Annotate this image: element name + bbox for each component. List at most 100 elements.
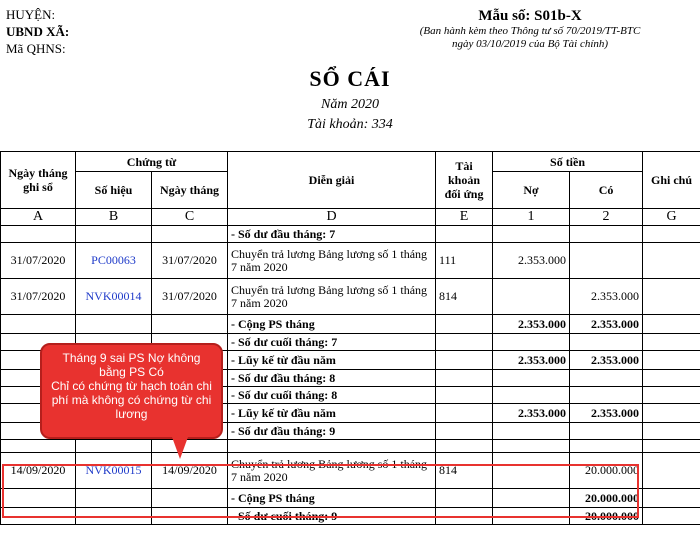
col-code: 1 [492,208,571,226]
row-contra-account [435,403,494,423]
row-description: - Cộng PS tháng [227,314,437,334]
col-code: G [642,208,700,226]
row-debit [492,386,571,404]
row-description: Chuyển trả lương Bảng lương số 1 tháng 7… [227,242,437,279]
col-code: B [75,208,152,226]
row-credit [569,333,644,351]
row-contra-account [435,422,494,440]
row-description: - Số dư cuối tháng: 7 [227,333,437,351]
row-credit [569,422,644,440]
row-voucher-no [75,225,152,243]
col-header-note: Ghi chú [642,151,700,209]
row-description: - Số dư cuối tháng: 8 [227,386,437,404]
row-debit: 2.353.000 [492,350,571,370]
col-header-amount: Số tiền [492,151,644,172]
row-debit [492,278,571,315]
row-description: Chuyển trả lương Bảng lương số 1 tháng 7… [227,278,437,315]
row-note [642,507,700,525]
row-debit [492,333,571,351]
form-header: Mẫu số: S01b-X (Ban hành kèm theo Thông … [400,8,660,51]
row-debit: 2.353.000 [492,242,571,279]
row-date: 31/07/2020 [0,278,76,315]
commune-label: UBND XÃ: [6,24,70,39]
error-highlight-box [2,464,639,518]
row-contra-account: 111 [435,242,494,279]
row-contra-account [435,314,494,334]
row-note [642,386,700,404]
row-voucher-date [150,225,229,243]
col-code: A [0,208,76,226]
row-debit: 2.353.000 [492,403,571,423]
row-date [0,225,76,243]
qhns-label: Mã QHNS: [6,41,66,56]
row-contra-account: 814 [435,278,494,315]
col-header-date: Ngày tháng ghi sổ [0,151,76,209]
row-note [642,369,700,387]
row-note [642,403,700,423]
row-note [642,242,700,279]
row-voucher-date [150,439,229,453]
row-description: - Số dư đầu tháng: 8 [227,369,437,387]
row-credit [569,242,644,279]
row-contra-account [435,333,494,351]
row-contra-account [435,439,494,453]
ledger-year: Năm 2020 [321,97,379,112]
col-code: C [150,208,229,226]
row-date: 31/07/2020 [0,242,76,279]
row-date [0,439,76,453]
row-debit [492,439,571,453]
col-header-description: Diễn giải [227,151,437,209]
row-credit [569,369,644,387]
row-note [642,422,700,440]
row-credit [569,439,644,453]
col-header-credit: Có [569,171,644,209]
ledger-account: Tài khoản: 334 [307,117,393,132]
row-description: - Lũy kế từ đầu năm [227,403,437,423]
row-note [642,278,700,315]
row-credit: 2.353.000 [569,403,644,423]
ledger-row: 31/07/2020 NVK00014 31/07/2020 Chuyển trả l… [0,278,700,315]
col-code: D [227,208,437,226]
col-code: 2 [569,208,644,226]
form-number: Mẫu số: S01b-X [478,8,582,24]
row-contra-account [435,386,494,404]
row-credit: 2.353.000 [569,350,644,370]
error-callout: Tháng 9 sai PS Nợ không bằng PS Có Chỉ c… [40,343,223,439]
ledger-row: - Số dư đầu tháng: 7 [0,225,700,243]
row-date [0,314,76,334]
row-description: - Số dư đầu tháng: 7 [227,225,437,243]
row-debit: 2.353.000 [492,314,571,334]
row-credit [569,386,644,404]
row-voucher-no: NVK00014 [75,278,152,315]
row-voucher-no [75,439,152,453]
row-description [227,439,437,453]
col-header-debit: Nợ [492,171,571,209]
row-voucher-no [75,314,152,334]
col-header-voucher-no: Số hiệu [75,171,152,209]
row-debit [492,225,571,243]
row-debit [492,422,571,440]
row-note [642,452,700,489]
issued-line-1: (Ban hành kèm theo Thông tư số 70/2019/T… [419,25,641,37]
row-voucher-date: 31/07/2020 [150,242,229,279]
col-code: E [435,208,494,226]
row-credit: 2.353.000 [569,314,644,334]
callout-pointer [172,437,188,459]
col-header-voucher: Chứng từ [74,151,229,172]
row-description: - Số dư đầu tháng: 9 [227,422,437,440]
col-header-contra-account: Tài khoản đối ứng [435,151,494,209]
callout-line-1: Tháng 9 sai PS Nợ không bằng PS Có [62,351,201,379]
row-contra-account [435,350,494,370]
callout-line-2: Chỉ có chứng từ hạch toán chi phí mà khô… [51,379,212,421]
issued-line-2: ngày 03/10/2019 của Bộ Tài chính) [451,38,609,50]
ledger-row: 31/07/2020 PC00063 31/07/2020 Chuyển trả lư… [0,242,700,279]
ledger-row: - Cộng PS tháng 2.353.000 2.353.000 [0,314,700,334]
row-contra-account [435,225,494,243]
ledger-title: SỔ CÁI [309,66,391,91]
row-note [642,488,700,508]
row-voucher-no: PC00063 [75,242,152,279]
row-note [642,350,700,370]
unit-header: HUYỆN: UBND XÃ: Mã QHNS: [6,6,69,57]
row-note [642,314,700,334]
row-debit [492,369,571,387]
